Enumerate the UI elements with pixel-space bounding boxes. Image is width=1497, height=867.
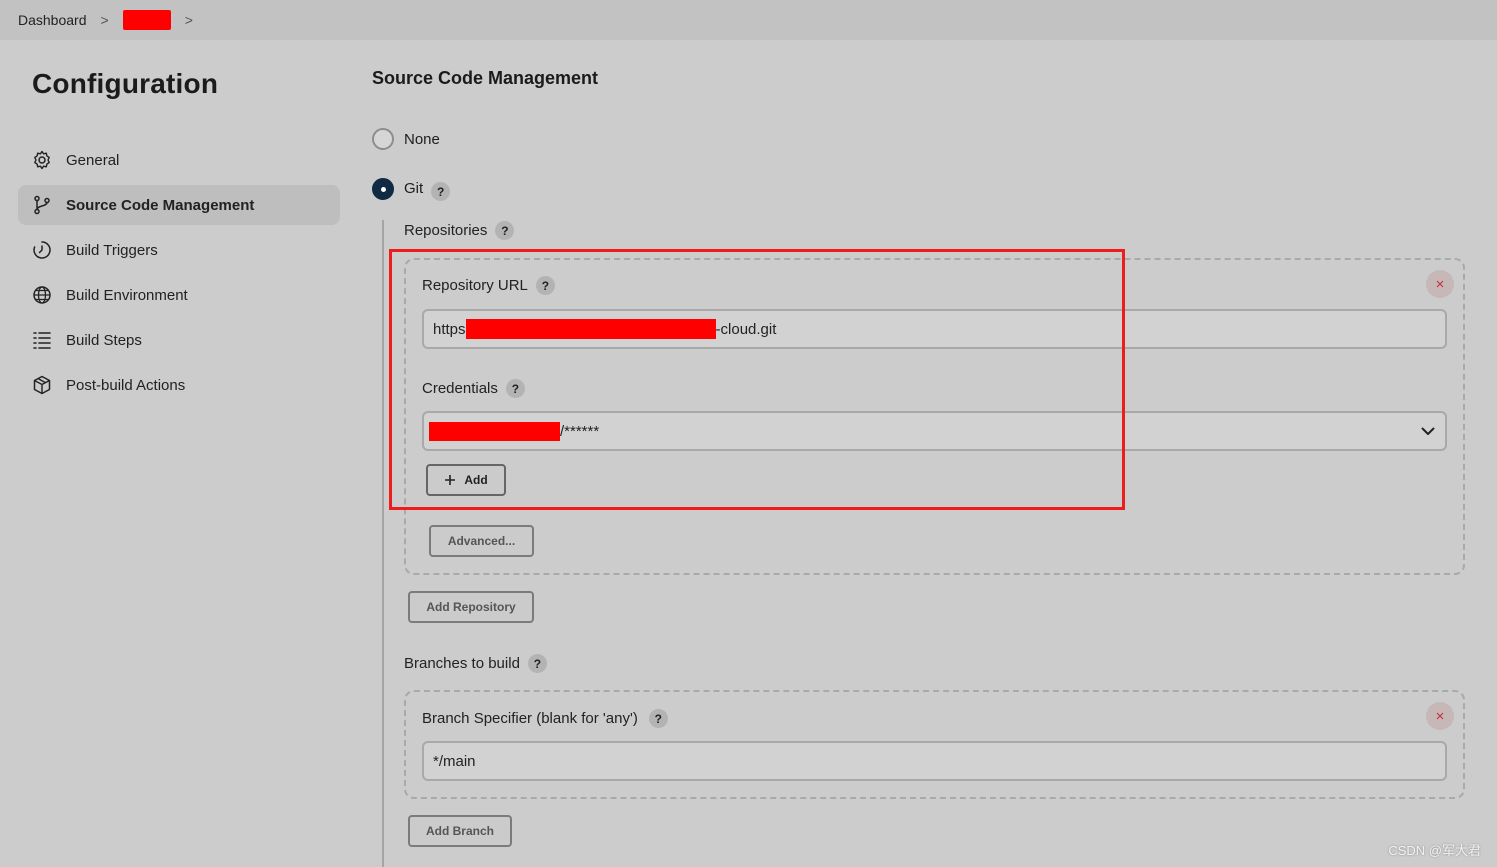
close-icon[interactable]: × (1426, 270, 1454, 298)
sidebar-nav: General Source Code Management Build Tri… (18, 140, 340, 405)
branch-specifier-value: */main (433, 752, 476, 770)
scm-option-none[interactable]: None (372, 128, 440, 150)
repositories-label-row: Repositories ? (404, 221, 515, 240)
repositories-label: Repositories (404, 222, 488, 239)
branch-specifier-label: Branch Specifier (blank for 'any') (422, 710, 638, 727)
globe-icon (33, 286, 51, 304)
breadcrumb-redacted-job[interactable] (122, 10, 171, 30)
main-content: Source Code Management (372, 68, 1472, 89)
branch-specifier-input[interactable]: */main (422, 741, 1447, 781)
help-icon[interactable]: ? (648, 709, 668, 728)
sidebar-item-label: Build Triggers (66, 241, 158, 259)
git-branch-icon (34, 195, 50, 215)
page-title: Configuration (32, 68, 219, 99)
sidebar-item-build-steps[interactable]: Build Steps (18, 320, 340, 360)
package-icon (33, 375, 51, 395)
branches-label-row: Branches to build ? (404, 654, 547, 673)
radio-none[interactable] (372, 128, 394, 150)
add-repository-button[interactable]: Add Repository (408, 591, 534, 623)
chevron-right-icon: > (100, 12, 109, 28)
sidebar-item-source-code-management[interactable]: Source Code Management (18, 185, 340, 225)
scm-option-git[interactable]: Git ? (372, 176, 451, 201)
sidebar-item-label: Source Code Management (66, 196, 255, 214)
radio-git[interactable] (372, 177, 394, 200)
list-icon (33, 332, 51, 349)
sidebar-item-label: Build Environment (66, 286, 188, 304)
close-icon[interactable]: × (1426, 702, 1454, 730)
chevron-right-icon[interactable]: > (185, 12, 193, 28)
branch-specifier-label-row: Branch Specifier (blank for 'any') ? (422, 709, 668, 728)
branches-label: Branches to build (404, 655, 520, 672)
help-icon[interactable]: ? (431, 182, 451, 201)
chevron-down-icon (1421, 427, 1435, 435)
radio-label-none: None (404, 130, 440, 148)
add-branch-button[interactable]: Add Branch (408, 815, 512, 847)
sidebar-item-general[interactable]: General (18, 140, 340, 180)
section-title: Source Code Management (372, 68, 599, 88)
sidebar-item-build-triggers[interactable]: Build Triggers (18, 230, 340, 270)
sidebar-item-label: Build Steps (66, 331, 142, 349)
clock-icon (33, 241, 51, 259)
sidebar-item-label: Post-build Actions (66, 376, 186, 394)
sidebar-item-label: General (66, 151, 120, 169)
advanced-button[interactable]: Advanced... (429, 525, 534, 557)
annotation-highlight-box (389, 249, 1125, 510)
sidebar: Configuration General Source Code Manage… (18, 68, 340, 410)
gear-icon (34, 150, 50, 170)
section-divider (382, 220, 384, 867)
radio-label-git: Git (404, 180, 424, 197)
sidebar-item-build-environment[interactable]: Build Environment (18, 275, 340, 315)
breadcrumb: Dashboard > > (0, 0, 1497, 40)
sidebar-item-post-build-actions[interactable]: Post-build Actions (18, 365, 340, 405)
watermark: CSDN @军大君 (1388, 843, 1481, 858)
help-icon[interactable]: ? (495, 221, 515, 240)
breadcrumb-dashboard[interactable]: Dashboard (18, 12, 87, 28)
help-icon[interactable]: ? (527, 654, 547, 673)
